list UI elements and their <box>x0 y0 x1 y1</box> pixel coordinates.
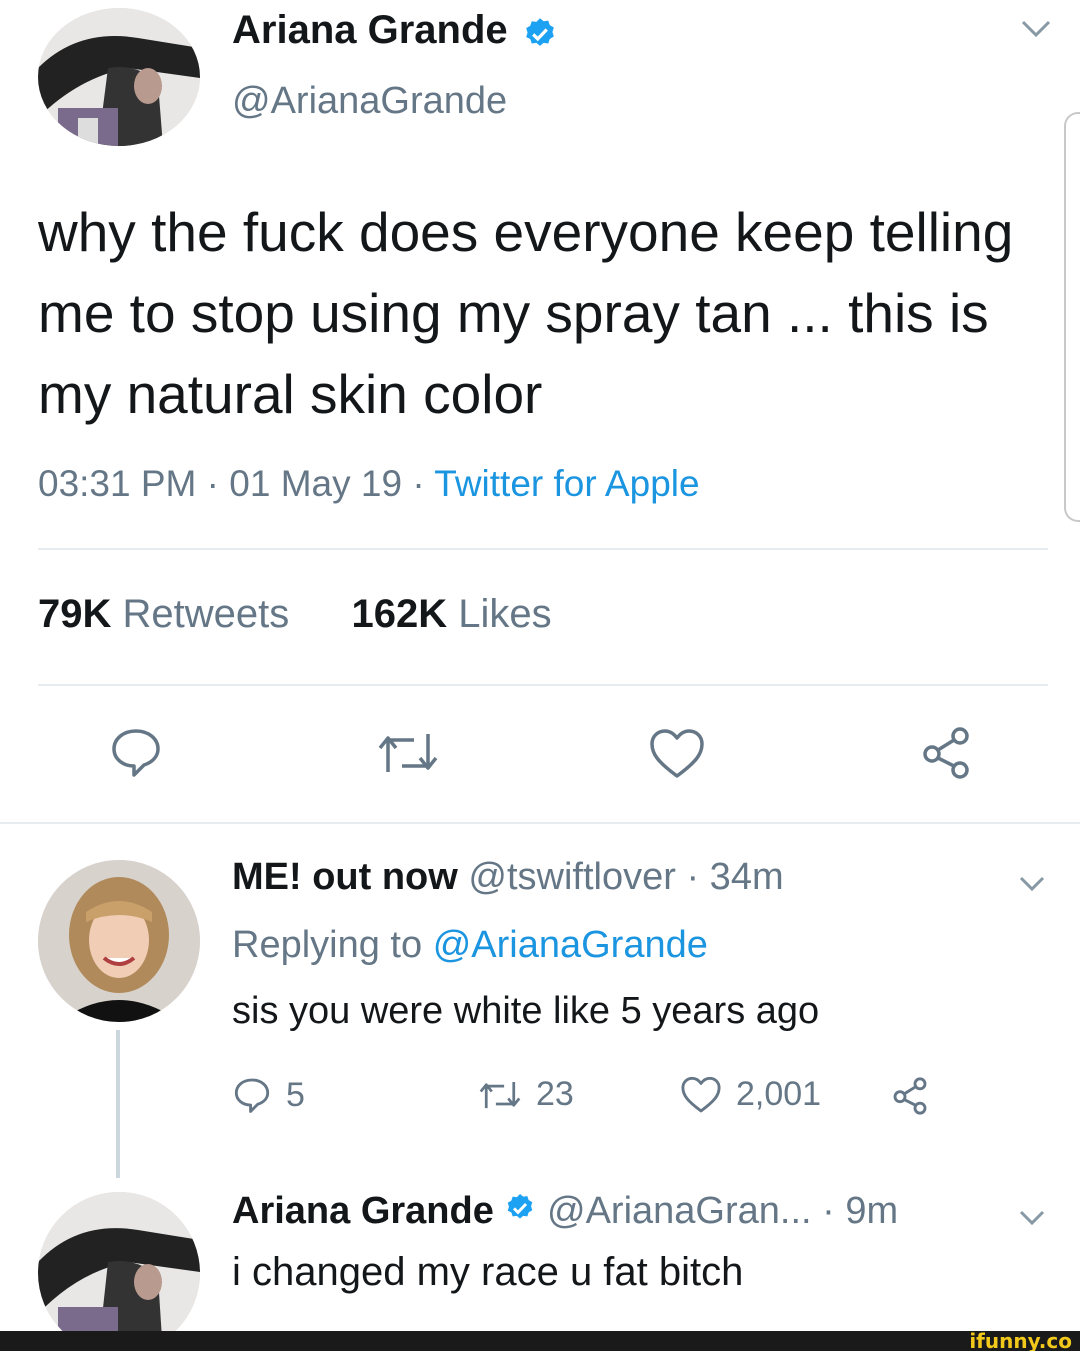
verified-badge-icon <box>522 16 558 57</box>
retweets-label[interactable]: Retweets <box>123 592 290 636</box>
author-name[interactable]: Ariana Grande <box>232 8 508 53</box>
meta-separator: · <box>412 463 425 504</box>
like-action[interactable]: 2,001 <box>680 1075 821 1114</box>
reply-text: sis you were white like 5 years ago <box>232 990 820 1032</box>
divider <box>0 822 1080 824</box>
thread-line <box>116 1030 120 1178</box>
scrollbar-edge <box>1064 112 1080 522</box>
ifunny-logo: ifunny.co <box>969 1329 1072 1351</box>
tweet-source-link[interactable]: Twitter for Apple <box>434 463 699 504</box>
reply-avatar[interactable] <box>38 860 200 1022</box>
verified-badge-icon <box>504 1191 536 1234</box>
retweet-icon <box>479 1081 521 1108</box>
likes-label[interactable]: Likes <box>458 592 551 636</box>
chevron-down-icon[interactable] <box>1018 874 1046 899</box>
reply-icon <box>234 1078 270 1113</box>
reply2-author-handle[interactable]: @ArianaGran... <box>547 1190 812 1232</box>
reply-count: 5 <box>286 1075 305 1114</box>
share-icon <box>893 1077 927 1115</box>
meta-separator: · <box>206 463 219 504</box>
chevron-down-icon[interactable] <box>1018 1208 1046 1233</box>
reply-icon[interactable] <box>108 724 164 780</box>
retweets-count[interactable]: 79K <box>38 592 111 636</box>
tweet-date: 01 May 19 <box>229 463 403 504</box>
replying-to: Replying to @ArianaGrande <box>232 924 708 967</box>
author-avatar[interactable] <box>38 8 200 146</box>
reply2-text: i changed my race u fat bitch <box>232 1250 744 1294</box>
reply2-time: · 9m <box>822 1190 899 1232</box>
tweet-time: 03:31 PM <box>38 463 197 504</box>
avatar-photo <box>38 860 200 1022</box>
author-handle[interactable]: @ArianaGrande <box>232 80 507 123</box>
chevron-down-icon[interactable] <box>1020 18 1052 45</box>
reply-action[interactable]: 5 <box>232 1075 305 1115</box>
avatar-photo <box>38 1192 200 1351</box>
retweet-icon[interactable] <box>376 728 440 778</box>
retweet-action[interactable]: 23 <box>478 1075 574 1114</box>
reply-author-handle[interactable]: @tswiftlover <box>468 856 676 898</box>
divider <box>38 548 1048 550</box>
reply2-author-name[interactable]: Ariana Grande <box>232 1190 494 1232</box>
reply-header: ME! out now @tswiftlover · 34m <box>232 856 784 899</box>
reply-time: · 34m <box>686 856 784 898</box>
avatar-photo <box>38 8 200 146</box>
tweet-text: why the fuck does everyone keep telling … <box>38 201 1014 425</box>
share-icon[interactable] <box>918 724 974 782</box>
reply2-avatar[interactable] <box>38 1192 200 1351</box>
retweet-count: 23 <box>536 1075 574 1113</box>
divider <box>38 684 1048 686</box>
tweet-stats: 79K Retweets 162K Likes <box>38 592 552 637</box>
reply-author-name[interactable]: ME! out now <box>232 856 458 898</box>
heart-icon[interactable] <box>648 728 706 780</box>
watermark-bar <box>0 1331 1080 1351</box>
tweet-meta: 03:31 PM · 01 May 19 · Twitter for Apple <box>38 463 700 505</box>
reply2-header: Ariana Grande @ArianaGran... · 9m <box>232 1190 898 1234</box>
likes-count[interactable]: 162K <box>352 592 448 636</box>
replying-to-handle[interactable]: @ArianaGrande <box>433 924 708 966</box>
share-action[interactable] <box>890 1075 944 1117</box>
like-count: 2,001 <box>736 1075 822 1113</box>
heart-icon <box>681 1076 721 1112</box>
replying-prefix: Replying to <box>232 924 423 966</box>
